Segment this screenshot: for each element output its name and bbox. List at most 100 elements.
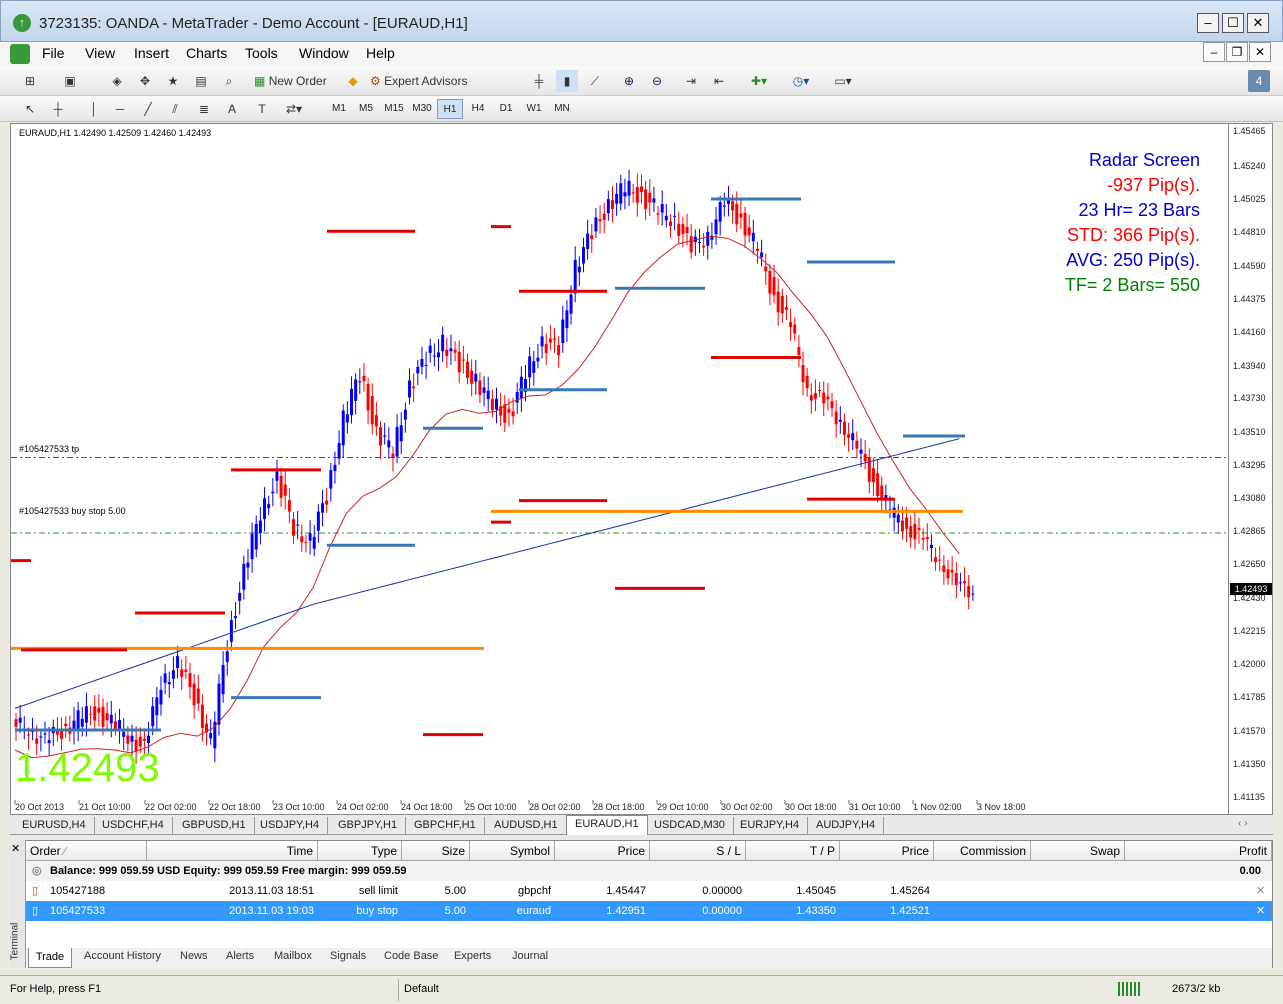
order-time: 2013.11.03 18:51	[229, 885, 314, 897]
notifications-icon[interactable]: 4	[1248, 70, 1270, 92]
menu-tools[interactable]: Tools	[245, 45, 278, 61]
candle-body	[379, 427, 383, 446]
fibonacci-icon[interactable]: ≣	[194, 98, 214, 120]
arrows-icon[interactable]: ⇄▾	[278, 98, 310, 120]
tab-alerts[interactable]: Alerts	[226, 950, 254, 962]
column-header-sl[interactable]: S / L	[650, 841, 746, 861]
vertical-line-icon[interactable]: │	[84, 98, 104, 120]
auto-scroll-icon[interactable]: ⇥	[680, 70, 702, 92]
column-header-time[interactable]: Time	[147, 841, 318, 861]
price-axis[interactable]: 1.45465 1.45240 1.45025 1.44810 1.44590 1.443…	[1229, 123, 1273, 815]
tab-mailbox[interactable]: Mailbox	[274, 950, 312, 962]
new-chart-icon[interactable]: ⊞	[18, 70, 42, 92]
timeframe-w1[interactable]: W1	[521, 99, 547, 119]
delete-order-icon[interactable]: ✕	[1252, 881, 1269, 901]
data-window-icon[interactable]: ✥	[134, 70, 156, 92]
chart-window-icon[interactable]	[10, 44, 30, 64]
tab-signals[interactable]: Signals	[330, 950, 366, 962]
minimize-button[interactable]: –	[1197, 13, 1219, 33]
column-header-current-price[interactable]: Price	[840, 841, 934, 861]
timeframe-m1[interactable]: M1	[326, 99, 352, 119]
symbol-tab[interactable]: USDJPY,H4	[252, 817, 329, 834]
timeframe-h4[interactable]: H4	[465, 99, 491, 119]
price-tick-label: 1.43510	[1233, 426, 1266, 437]
symbol-tab[interactable]: AUDJPY,H4	[808, 817, 885, 834]
delete-order-icon[interactable]: ✕	[1252, 901, 1269, 921]
symbol-tab[interactable]: USDCHF,H4	[94, 817, 173, 834]
menu-view[interactable]: View	[85, 45, 115, 61]
symbol-tab[interactable]: GBPUSD,H1	[174, 817, 255, 834]
table-row-selected[interactable]: ▯ 105427533 2013.11.03 19:03 buy stop 5.…	[26, 901, 1272, 921]
timeframe-d1[interactable]: D1	[493, 99, 519, 119]
crosshair-icon[interactable]: ┼	[48, 98, 68, 120]
timeframe-m15[interactable]: M15	[381, 99, 407, 119]
menu-charts[interactable]: Charts	[186, 45, 227, 61]
terminal-icon[interactable]: ▤	[190, 70, 212, 92]
autotrading-warning-icon[interactable]: ◆	[342, 70, 364, 92]
mdi-restore-button[interactable]: ❐	[1226, 42, 1248, 62]
tab-journal[interactable]: Journal	[512, 950, 548, 962]
maximize-button[interactable]: ☐	[1222, 13, 1244, 33]
symbol-tab[interactable]: AUDUSD,H1	[486, 817, 567, 834]
mdi-close-button[interactable]: ✕	[1249, 42, 1271, 62]
cursor-icon[interactable]: ↖	[20, 98, 40, 120]
line-chart-icon[interactable]: ⟋	[584, 70, 606, 92]
zoom-out-icon[interactable]: ⊖	[646, 70, 668, 92]
market-watch-icon[interactable]: ◈	[106, 70, 128, 92]
column-header-commission[interactable]: Commission	[934, 841, 1031, 861]
templates-icon[interactable]: ▭▾	[826, 70, 860, 92]
symbol-tab[interactable]: EURUSD,H4	[14, 817, 95, 834]
terminal-close-icon[interactable]: ✕	[11, 842, 20, 855]
balance-icon: ◎	[32, 865, 42, 877]
mdi-minimize-button[interactable]: –	[1203, 42, 1225, 62]
tab-code-base[interactable]: Code Base	[384, 950, 438, 962]
tab-trade[interactable]: Trade	[28, 948, 72, 968]
trendline-icon[interactable]: ╱	[138, 98, 158, 120]
zoom-in-icon[interactable]: ⊕	[618, 70, 640, 92]
candle-body	[246, 562, 250, 568]
column-header-price[interactable]: Price	[555, 841, 650, 861]
column-header-type[interactable]: Type	[318, 841, 402, 861]
symbol-tab-active[interactable]: EURAUD,H1	[566, 815, 648, 835]
horizontal-line-icon[interactable]: ─	[110, 98, 130, 120]
menu-window[interactable]: Window	[299, 45, 349, 61]
menu-help[interactable]: Help	[366, 45, 395, 61]
navigator-icon[interactable]: ★	[162, 70, 184, 92]
text-icon[interactable]: A	[222, 98, 242, 120]
timeframe-m5[interactable]: M5	[353, 99, 379, 119]
indicators-icon[interactable]: ✚▾	[744, 70, 774, 92]
bar-chart-icon[interactable]: ╪	[528, 70, 550, 92]
timeframe-h1[interactable]: H1	[437, 99, 463, 119]
menu-insert[interactable]: Insert	[134, 45, 169, 61]
timeframe-m30[interactable]: M30	[409, 99, 435, 119]
new-order-button[interactable]: ▦ New Order	[254, 70, 340, 92]
tab-account-history[interactable]: Account History	[84, 950, 161, 962]
column-header-tp[interactable]: T / P	[746, 841, 840, 861]
strategy-tester-icon[interactable]: ⌕	[218, 70, 240, 92]
menu-file[interactable]: File	[42, 45, 65, 61]
expert-advisors-button[interactable]: ⚙ Expert Advisors	[370, 70, 480, 92]
candle-body	[449, 348, 453, 352]
periods-icon[interactable]: ◷▾	[784, 70, 818, 92]
table-row[interactable]: ▯ 105427188 2013.11.03 18:51 sell limit …	[26, 881, 1272, 901]
tabs-scroll-arrows[interactable]: ‹ ›	[1238, 818, 1247, 829]
column-header-profit[interactable]: Profit	[1125, 841, 1272, 861]
column-header-symbol[interactable]: Symbol	[470, 841, 555, 861]
tab-experts[interactable]: Experts	[454, 950, 491, 962]
chart-area[interactable]: 20 Oct 2013 21 Oct 10:00 22 Oct 02:00 22 Oc…	[10, 123, 1229, 815]
column-header-size[interactable]: Size	[402, 841, 470, 861]
symbol-tab[interactable]: GBPCHF,H1	[406, 817, 485, 834]
tab-news[interactable]: News	[180, 950, 208, 962]
symbol-tab[interactable]: GBPJPY,H1	[330, 817, 407, 834]
text-label-icon[interactable]: T	[252, 98, 272, 120]
profiles-icon[interactable]: ▣	[58, 70, 82, 92]
symbol-tab[interactable]: EURJPY,H4	[732, 817, 809, 834]
symbol-tab[interactable]: USDCAD,M30	[646, 817, 734, 834]
candlestick-icon[interactable]: ▮	[556, 70, 578, 92]
column-header-swap[interactable]: Swap	[1031, 841, 1125, 861]
timeframe-mn[interactable]: MN	[549, 99, 575, 119]
chart-shift-icon[interactable]: ⇤	[708, 70, 730, 92]
channel-icon[interactable]: ⫽	[164, 98, 186, 120]
close-button[interactable]: ✕	[1247, 13, 1269, 33]
column-header-order[interactable]: Order ∕	[26, 841, 147, 861]
